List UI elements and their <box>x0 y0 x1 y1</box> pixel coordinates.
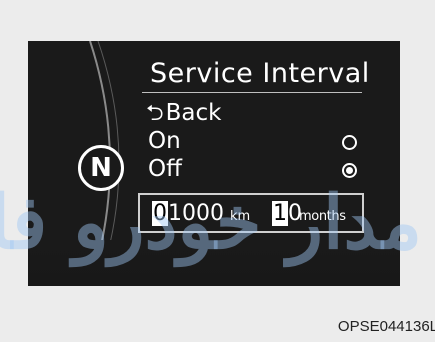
panel-shade <box>28 240 400 286</box>
radio-on[interactable] <box>342 135 357 150</box>
option-on[interactable]: On <box>148 128 181 154</box>
months-unit: months <box>299 209 346 224</box>
back-label: Back <box>165 100 222 126</box>
distance-unit: km <box>230 209 251 224</box>
months-value[interactable]: 10 <box>272 201 302 226</box>
return-arrow-icon: ⮌ <box>146 101 164 126</box>
figure-code: OPSE044136L <box>337 318 435 335</box>
radio-selected-dot <box>346 167 353 174</box>
menu-title: Service Interval <box>150 58 370 89</box>
gear-indicator: N <box>78 145 124 191</box>
distance-cursor-digit: 0 <box>152 201 168 226</box>
distance-value[interactable]: 01000 <box>152 201 224 226</box>
option-off[interactable]: Off <box>148 156 182 182</box>
months-cursor-digit: 1 <box>272 201 288 226</box>
title-divider <box>142 92 362 93</box>
distance-digits: 1000 <box>168 201 224 226</box>
radio-off-selected[interactable] <box>342 163 357 178</box>
